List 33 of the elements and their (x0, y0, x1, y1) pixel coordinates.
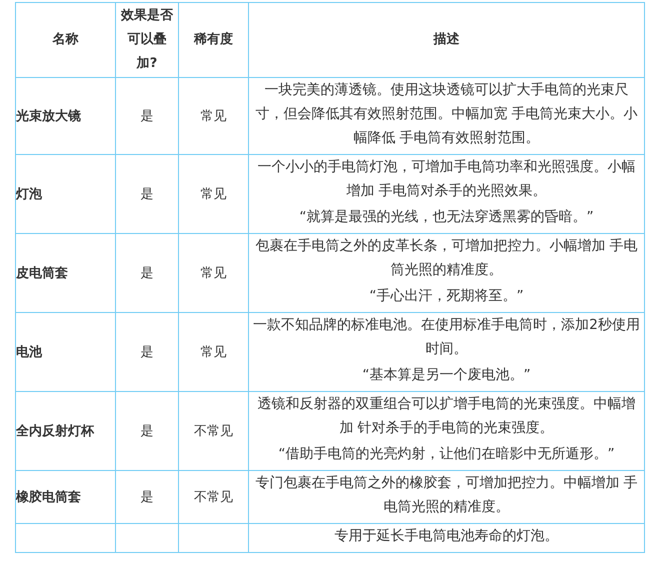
description-text: “基本算是另一个废电池。” (361, 366, 532, 385)
item-name: 橡胶电筒套 (16, 490, 81, 505)
rarity-cell: 常见 (200, 109, 226, 124)
description-text: 包裹在手电筒之外的皮革长条，可增加把控力。小幅增加 手电筒光照的精准度。 (254, 237, 639, 280)
description-text: “手心出汗，死期将至。” (368, 287, 525, 306)
item-name: 灯泡 (16, 187, 42, 202)
rarity-cell: 常见 (200, 345, 226, 360)
rarity-cell: 常见 (200, 266, 226, 281)
column-header: 名称 (16, 2, 116, 78)
rarity-cell: 不常见 (194, 424, 233, 439)
description-text: 一块完美的薄透镜。使用这块透镜可以扩大手电筒的光束尺寸，但会降低其有效照射范围。中幅加宽 手电筒光束大小。小幅降低 手电筒有效照射范围。 (254, 81, 639, 148)
stackable-cell: 是 (140, 424, 154, 439)
stackable-cell: 是 (140, 345, 154, 360)
description-text: “就算是最强的光线，也无法穿透黑雾的昏暗。” (298, 208, 595, 227)
item-name: 皮电筒套 (16, 266, 68, 281)
stackable-cell: 是 (140, 490, 154, 505)
column-header: 描述 (248, 2, 644, 78)
item-name: 光束放大镜 (16, 109, 81, 124)
description-text: 专门包裹在手电筒之外的橡胶套，可增加把控力。中幅增加 手电筒光照的精准度。 (254, 474, 639, 517)
item-name: 电池 (16, 345, 42, 360)
rarity-cell: 不常见 (194, 490, 233, 505)
rarity-cell: 常见 (200, 187, 226, 202)
item-name: 全内反射灯杯 (16, 424, 94, 439)
description-text: 透镜和反射器的双重组合可以扩增手电筒的光束强度。中幅增加 针对杀手的手电筒的光束强度。 (256, 395, 636, 438)
description-text: 一款不知品牌的标准电池。在使用标准手电筒时，添加2秒使用时间。 (252, 316, 641, 359)
description-text: 一个小小的手电筒灯泡，可增加手电筒功率和光照强度。小幅增加 手电筒对杀手的光照效果。 (256, 158, 636, 201)
description-text: 专用于延长手电筒电池寿命的灯泡。 (334, 527, 560, 546)
stackable-cell: 是 (140, 266, 154, 281)
stackable-cell: 是 (140, 109, 154, 124)
column-header: 稀有度 (178, 2, 248, 78)
stackable-cell: 是 (140, 187, 154, 202)
column-header: 效果是否可以叠加? (116, 2, 178, 78)
description-text: “借助手电筒的光亮灼射，让他们在暗影中无所遁形。” (277, 445, 616, 464)
